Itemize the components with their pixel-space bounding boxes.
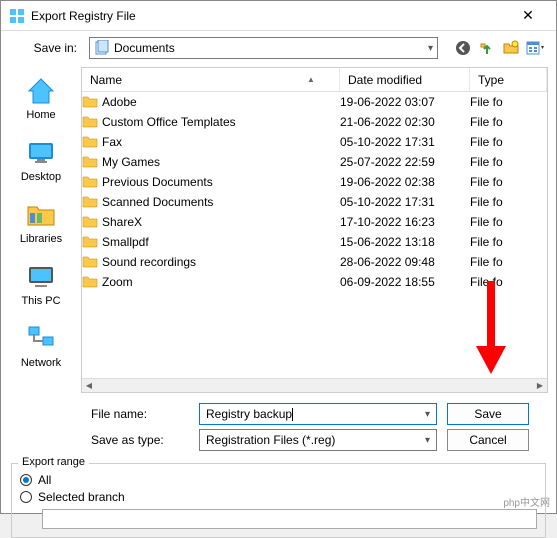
savein-combo[interactable]: Documents ▾ bbox=[89, 37, 438, 59]
table-row[interactable]: ShareX17-10-2022 16:23File fo bbox=[82, 212, 547, 232]
close-button[interactable]: ✕ bbox=[508, 2, 548, 30]
savein-row: Save in: Documents ▾ bbox=[1, 31, 556, 65]
save-button[interactable]: Save bbox=[447, 403, 529, 425]
saveastype-label: Save as type: bbox=[91, 433, 189, 447]
table-row[interactable]: Fax05-10-2022 17:31File fo bbox=[82, 132, 547, 152]
titlebar: Export Registry File ✕ bbox=[1, 1, 556, 31]
chevron-down-icon: ▾ bbox=[425, 409, 430, 420]
thispc-icon bbox=[25, 261, 57, 293]
sidebar-item-network[interactable]: Network bbox=[1, 317, 81, 379]
documents-icon bbox=[94, 40, 110, 56]
watermark: php中文网 bbox=[503, 494, 550, 509]
chevron-down-icon: ▾ bbox=[428, 43, 433, 54]
cancel-button[interactable]: Cancel bbox=[447, 429, 529, 451]
body-area: Home Desktop Libraries This PC Network N… bbox=[1, 65, 556, 395]
export-range-group: Export range All Selected branch bbox=[11, 463, 546, 538]
new-folder-button[interactable] bbox=[500, 37, 522, 59]
back-button[interactable] bbox=[452, 37, 474, 59]
sort-indicator-icon: ▲ bbox=[307, 75, 315, 84]
table-row[interactable]: Custom Office Templates21-06-2022 02:30F… bbox=[82, 112, 547, 132]
column-header-type[interactable]: Type bbox=[470, 68, 547, 91]
radio-all[interactable]: All bbox=[20, 473, 537, 487]
saveastype-combo[interactable]: Registration Files (*.reg) ▾ bbox=[199, 429, 437, 451]
sidebar-item-libraries[interactable]: Libraries bbox=[1, 193, 81, 255]
chevron-down-icon: ▾ bbox=[425, 435, 430, 446]
filename-label: File name: bbox=[91, 407, 189, 421]
network-icon bbox=[25, 323, 57, 355]
libraries-icon bbox=[25, 199, 57, 231]
file-rows: Adobe19-06-2022 03:07File foCustom Offic… bbox=[82, 92, 547, 292]
text-cursor bbox=[292, 408, 293, 421]
nav-toolbar bbox=[452, 37, 546, 59]
sidebar-item-thispc[interactable]: This PC bbox=[1, 255, 81, 317]
sidebar-item-desktop[interactable]: Desktop bbox=[1, 131, 81, 193]
filename-input[interactable]: Registry backup ▾ bbox=[199, 403, 437, 425]
table-row[interactable]: My Games25-07-2022 22:59File fo bbox=[82, 152, 547, 172]
savein-value: Documents bbox=[114, 41, 175, 55]
column-header-date[interactable]: Date modified bbox=[340, 68, 470, 91]
export-dialog: Export Registry File ✕ Save in: Document… bbox=[0, 0, 557, 514]
form-area: File name: Registry backup ▾ Save Save a… bbox=[1, 395, 556, 463]
table-row[interactable]: Zoom06-09-2022 18:55File fo bbox=[82, 272, 547, 292]
export-range-legend: Export range bbox=[18, 456, 89, 468]
column-header-name[interactable]: Name▲ bbox=[82, 68, 340, 91]
savein-label: Save in: bbox=[11, 41, 83, 55]
desktop-icon bbox=[25, 137, 57, 169]
radio-icon bbox=[20, 474, 32, 486]
table-row[interactable]: Scanned Documents05-10-2022 17:31File fo bbox=[82, 192, 547, 212]
places-sidebar: Home Desktop Libraries This PC Network bbox=[1, 65, 81, 395]
app-icon bbox=[9, 8, 25, 24]
radio-icon bbox=[20, 491, 32, 503]
up-button[interactable] bbox=[476, 37, 498, 59]
title-text: Export Registry File bbox=[31, 9, 508, 23]
sidebar-item-home[interactable]: Home bbox=[1, 69, 81, 131]
view-menu-button[interactable] bbox=[524, 37, 546, 59]
table-row[interactable]: Smallpdf15-06-2022 13:18File fo bbox=[82, 232, 547, 252]
file-list: Name▲ Date modified Type Adobe19-06-2022… bbox=[81, 67, 548, 393]
table-row[interactable]: Sound recordings28-06-2022 09:48File fo bbox=[82, 252, 547, 272]
scroll-right-icon[interactable]: ▶ bbox=[533, 379, 547, 393]
radio-selected-branch[interactable]: Selected branch bbox=[20, 490, 537, 504]
home-icon bbox=[25, 75, 57, 107]
scroll-left-icon[interactable]: ◀ bbox=[82, 379, 96, 393]
table-row[interactable]: Adobe19-06-2022 03:07File fo bbox=[82, 92, 547, 112]
file-list-header: Name▲ Date modified Type bbox=[82, 68, 547, 92]
table-row[interactable]: Previous Documents19-06-2022 02:38File f… bbox=[82, 172, 547, 192]
branch-input[interactable] bbox=[42, 509, 537, 529]
horizontal-scrollbar[interactable]: ◀ ▶ bbox=[82, 378, 547, 392]
